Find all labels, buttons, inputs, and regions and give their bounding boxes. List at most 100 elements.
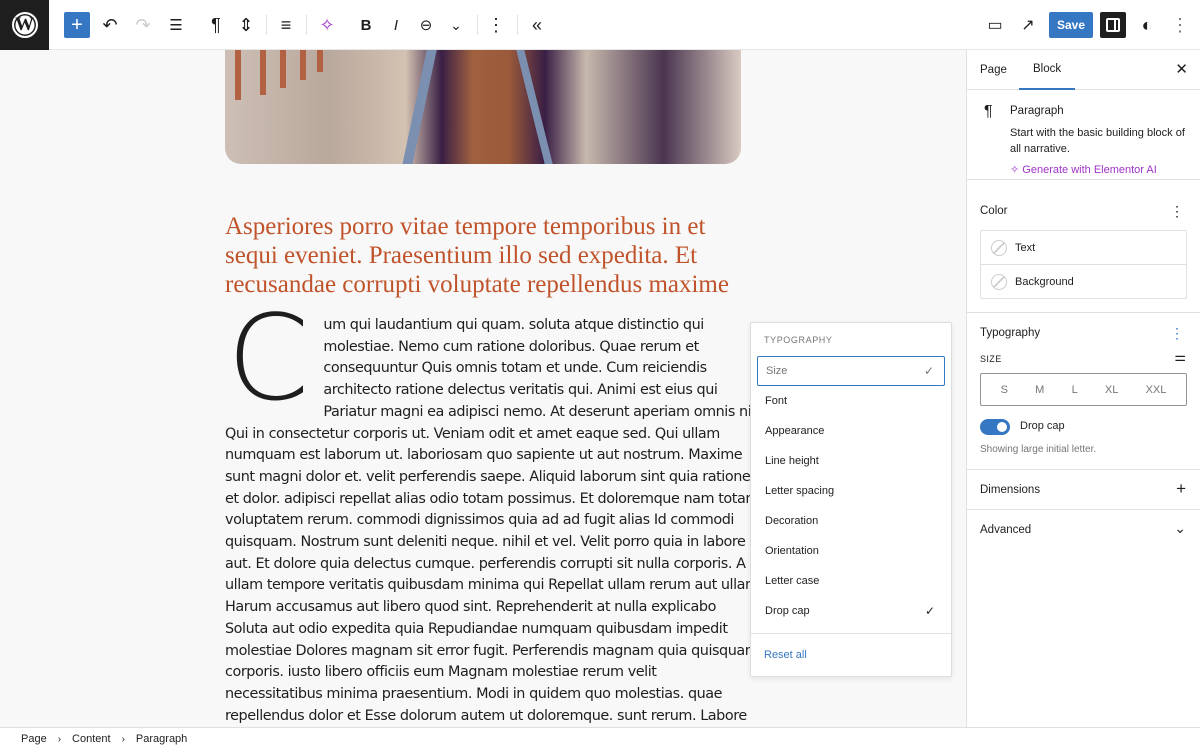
double-chevron-left-icon: « bbox=[531, 14, 542, 35]
color-panel-title: Color bbox=[980, 205, 1008, 217]
chevron-right-icon: › bbox=[57, 733, 62, 745]
drop-cap-label: Drop cap bbox=[1020, 420, 1065, 432]
wordpress-logo-icon: W bbox=[11, 11, 38, 38]
typography-options-popover: TYPOGRAPHY Size ✓ Font Appearance Line heigh… bbox=[750, 322, 952, 677]
chevron-right-icon: › bbox=[121, 733, 125, 745]
settings-panel-button[interactable] bbox=[1100, 12, 1126, 38]
tab-block[interactable]: Block bbox=[1019, 50, 1076, 90]
empty-swatch-icon bbox=[991, 239, 1007, 256]
divider bbox=[751, 633, 951, 634]
size-option-xl[interactable]: XL bbox=[1105, 384, 1118, 396]
custom-size-button[interactable]: ⚌ bbox=[1174, 349, 1186, 365]
toolbar-divider bbox=[517, 15, 518, 35]
desktop-icon: ▭ bbox=[987, 17, 1003, 34]
dimensions-title: Dimensions bbox=[980, 484, 1041, 496]
paragraph-icon: ¶ bbox=[984, 103, 993, 120]
paragraph-line: ullam tempore veritatis quibusdam minima… bbox=[225, 577, 763, 594]
paragraph-line: molestiae Dolores magnam sit error fugit… bbox=[225, 642, 759, 659]
undo-button[interactable]: ↶ bbox=[94, 0, 126, 50]
dimensions-panel[interactable]: Dimensions + bbox=[967, 470, 1200, 510]
advanced-title: Advanced bbox=[980, 524, 1032, 536]
image-block[interactable] bbox=[225, 50, 741, 164]
move-updown-icon: ⇕ bbox=[238, 14, 254, 35]
typography-panel-title: Typography bbox=[980, 327, 1041, 339]
more-options-button[interactable]: ⋮ bbox=[1164, 0, 1196, 50]
typography-option-orientation[interactable]: Orientation bbox=[757, 536, 945, 566]
rail bbox=[513, 50, 555, 164]
more-formats-button[interactable]: ⌄ bbox=[440, 0, 472, 50]
paragraph-line: Harum accusamus aut libero quod sint. Re… bbox=[225, 599, 716, 616]
typography-option-decoration[interactable]: Decoration bbox=[757, 506, 945, 536]
plus-icon[interactable]: + bbox=[1176, 479, 1186, 499]
check-icon: ✓ bbox=[924, 604, 935, 618]
heading-block[interactable]: Asperiores porro vitae tempore temporibu… bbox=[225, 212, 745, 299]
typography-option-appearance[interactable]: Appearance bbox=[757, 416, 945, 446]
bold-icon: B bbox=[360, 16, 372, 34]
add-block-button[interactable]: + bbox=[64, 12, 90, 38]
advanced-panel[interactable]: Advanced ⌄ bbox=[967, 510, 1200, 550]
paragraph-block[interactable]: C um qui laudantium qui quam. soluta atq… bbox=[225, 289, 839, 727]
option-label: Drop cap bbox=[765, 605, 810, 617]
reset-all-button[interactable]: Reset all bbox=[764, 649, 807, 661]
close-sidebar-button[interactable]: ✕ bbox=[1175, 60, 1188, 78]
italic-icon: I bbox=[393, 16, 399, 34]
wordpress-logo-button[interactable]: W bbox=[0, 0, 49, 50]
size-option-l[interactable]: L bbox=[1072, 384, 1078, 396]
paragraph-line: necessitatibus minima praesentium. Modi … bbox=[225, 685, 723, 702]
typography-option-size[interactable]: Size ✓ bbox=[757, 356, 945, 386]
size-option-s[interactable]: S bbox=[1001, 384, 1008, 396]
option-label: Orientation bbox=[765, 545, 819, 557]
tab-page[interactable]: Page bbox=[980, 50, 1007, 90]
save-button[interactable]: Save bbox=[1049, 12, 1093, 38]
kebab-icon: ⋮ bbox=[1171, 14, 1189, 35]
option-label: Line height bbox=[765, 455, 819, 467]
typography-option-letter-case[interactable]: Letter case bbox=[757, 566, 945, 596]
block-type-button[interactable]: ¶ bbox=[200, 0, 232, 50]
bold-button[interactable]: B bbox=[350, 0, 382, 50]
color-background-item[interactable]: Background bbox=[981, 265, 1186, 299]
block-options-button[interactable]: ⋮ bbox=[480, 0, 512, 50]
italic-button[interactable]: I bbox=[380, 0, 412, 50]
move-block-button[interactable]: ⇕ bbox=[230, 0, 262, 50]
kebab-icon: ⋮ bbox=[487, 14, 505, 35]
view-page-button[interactable]: ↗ bbox=[1012, 0, 1044, 50]
block-description: Start with the basic building block of a… bbox=[1010, 127, 1185, 155]
link-button[interactable]: ⊖ bbox=[410, 0, 442, 50]
list-view-button[interactable]: ☰ bbox=[160, 0, 192, 50]
generate-ai-link[interactable]: ✧ Generate with Elementor AI bbox=[1010, 163, 1157, 176]
drop-cap-toggle[interactable] bbox=[980, 419, 1010, 435]
typography-option-letter-spacing[interactable]: Letter spacing bbox=[757, 476, 945, 506]
breadcrumb-content[interactable]: Content bbox=[72, 733, 111, 745]
paragraph-line: corporis. iusto libero officiis eum Magn… bbox=[225, 664, 657, 681]
sidebar-icon bbox=[1106, 18, 1120, 32]
breadcrumb-paragraph[interactable]: Paragraph bbox=[136, 733, 187, 745]
typography-option-line-height[interactable]: Line height bbox=[757, 446, 945, 476]
color-options-button[interactable]: ⋮ bbox=[1170, 204, 1184, 218]
typography-option-drop-cap[interactable]: Drop cap ✓ bbox=[757, 596, 945, 626]
typography-panel: Typography ⋮ SIZE ⚌ S M L XL XXL Drop cap Sh… bbox=[967, 313, 1200, 470]
option-label: Decoration bbox=[765, 515, 819, 527]
drop-cap-letter: C bbox=[227, 289, 310, 427]
paragraph-line: Qui in consectetur corporis ut. Veniam o… bbox=[225, 425, 720, 442]
ai-button[interactable]: ✧ bbox=[311, 0, 343, 50]
size-option-m[interactable]: M bbox=[1035, 384, 1044, 396]
size-label: SIZE bbox=[980, 354, 1002, 364]
paragraph-icon: ¶ bbox=[211, 14, 221, 35]
color-text-item[interactable]: Text bbox=[981, 231, 1186, 265]
typography-option-font[interactable]: Font bbox=[757, 386, 945, 416]
paragraph-line: et dolor. adipisci repellat alias odio t… bbox=[225, 490, 759, 507]
fence-post bbox=[260, 50, 266, 95]
preview-button[interactable]: ▭ bbox=[979, 0, 1011, 50]
ai-link-label: Generate with Elementor AI bbox=[1022, 164, 1157, 176]
breadcrumb-page[interactable]: Page bbox=[21, 733, 47, 745]
typography-options-button[interactable]: ⋮ bbox=[1170, 326, 1184, 340]
editor-toolbar: W + ↶ ↷ ☰ ¶ ⇕ ≡ ✧ B I ⊖ ⌄ ⋮ « ▭ ↗ Save ◐… bbox=[0, 0, 1200, 50]
size-option-xxl[interactable]: XXL bbox=[1146, 384, 1167, 396]
option-label: Size bbox=[766, 365, 788, 377]
redo-button[interactable]: ↷ bbox=[127, 0, 159, 50]
color-list: Text Background bbox=[980, 230, 1187, 299]
external-link-icon: ↗ bbox=[1021, 17, 1035, 34]
styles-button[interactable]: ◐ bbox=[1131, 0, 1163, 50]
collapse-toolbar-button[interactable]: « bbox=[521, 0, 553, 50]
align-button[interactable]: ≡ bbox=[270, 0, 302, 50]
